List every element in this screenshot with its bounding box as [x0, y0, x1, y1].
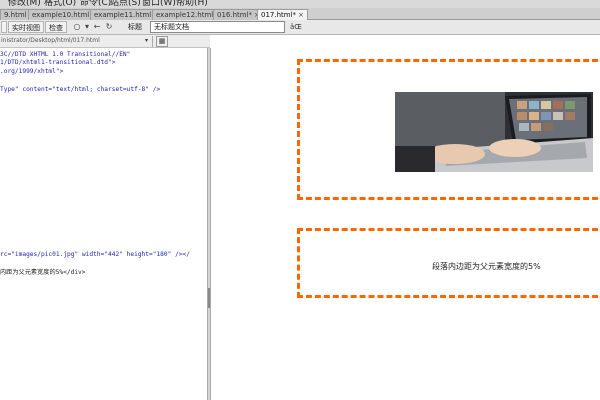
code-line: 内距为父元素宽度的5%</div>	[0, 269, 86, 276]
paragraph-container-div[interactable]: 段落内边距为父元素宽度的5%	[297, 228, 600, 298]
code-pane[interactable]: 3C//DTD XHTML 1.0 Transitional//EN" 1/DT…	[0, 48, 207, 400]
file-management-icon[interactable]: âŒ	[290, 21, 302, 33]
paragraph-text: 段落内边距为父元素宽度的5%	[432, 262, 541, 271]
document-tabs: 9.html× example10.html× example11.html× …	[0, 8, 600, 20]
title-input[interactable]	[150, 21, 285, 33]
menu-format[interactable]: 格式(O)	[44, 0, 76, 8]
laptop-photo[interactable]	[395, 92, 593, 172]
tab-label: example10.html	[32, 11, 90, 19]
chevron-down-icon[interactable]: ▾	[82, 22, 92, 32]
menu-command[interactable]: 命令(C)	[80, 0, 111, 8]
chevron-down-icon[interactable]: ▾	[145, 37, 148, 44]
splitter-grip[interactable]	[208, 288, 210, 308]
tab-label: 9.html	[4, 11, 27, 19]
live-view-button[interactable]: 实时视图	[8, 21, 44, 33]
menu-window[interactable]: 窗口(W)	[142, 0, 176, 8]
address-row: inistrator/Desktop/html/017.html ▾ ▦	[0, 35, 210, 48]
tab-label: 016.html*	[217, 11, 253, 19]
code-view-button[interactable]	[1, 21, 7, 33]
menu-help[interactable]: 帮助(H)	[176, 0, 208, 8]
code-line: Type" content="text/html; charset=utf-8"…	[0, 86, 161, 93]
menu-modify[interactable]: 修改(M)	[8, 0, 41, 8]
tab-017[interactable]: 017.html* ×	[257, 9, 308, 20]
refresh-icon[interactable]: ↻	[104, 22, 114, 32]
title-label: 标题	[128, 23, 142, 31]
code-line: 1/DTD/xhtml1-transitional.dtd">	[0, 59, 116, 66]
image-container-div[interactable]	[297, 59, 600, 200]
editor-window: 修改(M) 格式(O) 命令(C) 站点(S) 窗口(W) 帮助(H) 9.ht…	[0, 0, 600, 400]
close-icon[interactable]: ×	[298, 11, 304, 19]
tab-label: 017.html*	[261, 11, 297, 19]
inspect-button[interactable]: 检查	[45, 21, 67, 33]
tab-label: example11.html	[94, 11, 152, 19]
menu-site[interactable]: 站点(S)	[110, 0, 141, 8]
globe-icon[interactable]: ○	[72, 22, 82, 32]
code-line: 3C//DTD XHTML 1.0 Transitional//EN"	[0, 51, 131, 58]
code-line: .org/1999/xhtml">	[0, 68, 64, 75]
code-line: rc="images/pic01.jpg" width="442" height…	[0, 251, 190, 258]
view-toolbar: 实时视图 检查 ○ ▾ ← ↻ 标题 âŒ	[0, 20, 600, 35]
design-view[interactable]: 段落内边距为父元素宽度的5%	[211, 35, 600, 400]
tab-label: example12.html	[156, 11, 214, 19]
menu-bar: 修改(M) 格式(O) 命令(C) 站点(S) 窗口(W) 帮助(H)	[0, 0, 600, 8]
laptop-photo-illustration	[395, 92, 593, 172]
address-field[interactable]: inistrator/Desktop/html/017.html	[0, 36, 153, 47]
back-arrow-icon[interactable]: ←	[92, 22, 102, 32]
page-options-icon[interactable]: ▦	[156, 36, 168, 47]
